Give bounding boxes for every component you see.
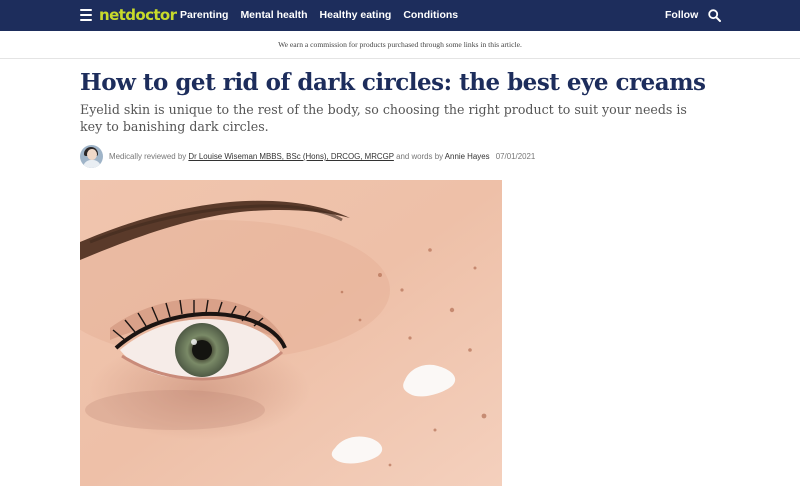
- article-dek: Eyelid skin is unique to the rest of the…: [80, 102, 687, 134]
- author-name: Annie Hayes: [444, 152, 490, 161]
- byline-and-words-by: and words by: [396, 152, 444, 161]
- byline-reviewed-prefix: Medically reviewed by: [109, 152, 187, 161]
- affiliate-disclosure: We earn a commission for products purcha…: [0, 31, 800, 59]
- byline-text: Medically reviewed by Dr Louise Wiseman …: [109, 151, 535, 163]
- article-title: How to get rid of dark circles: the best…: [80, 69, 706, 96]
- hamburger-menu-icon[interactable]: [80, 9, 92, 21]
- site-logo[interactable]: netdoctor: [99, 5, 177, 25]
- publish-date: 07/01/2021: [495, 152, 536, 161]
- reviewer-link[interactable]: Dr Louise Wiseman MBBS, BSc (Hons), DRCO…: [188, 152, 394, 161]
- search-icon[interactable]: [708, 9, 721, 22]
- main-nav: Parenting Mental health Healthy eating C…: [180, 0, 470, 31]
- hero-eye-photo: [80, 180, 502, 486]
- nav-item-healthy-eating[interactable]: Healthy eating: [320, 0, 392, 31]
- nav-item-mental-health[interactable]: Mental health: [240, 0, 307, 31]
- article-byline: Medically reviewed by Dr Louise Wiseman …: [80, 145, 680, 169]
- hero-image: [80, 180, 502, 486]
- reviewer-avatar[interactable]: [80, 145, 103, 168]
- top-navigation-bar: netdoctor Parenting Mental health Health…: [0, 0, 800, 31]
- nav-item-conditions[interactable]: Conditions: [403, 0, 458, 31]
- nav-item-parenting[interactable]: Parenting: [180, 0, 228, 31]
- follow-button[interactable]: Follow: [665, 0, 698, 31]
